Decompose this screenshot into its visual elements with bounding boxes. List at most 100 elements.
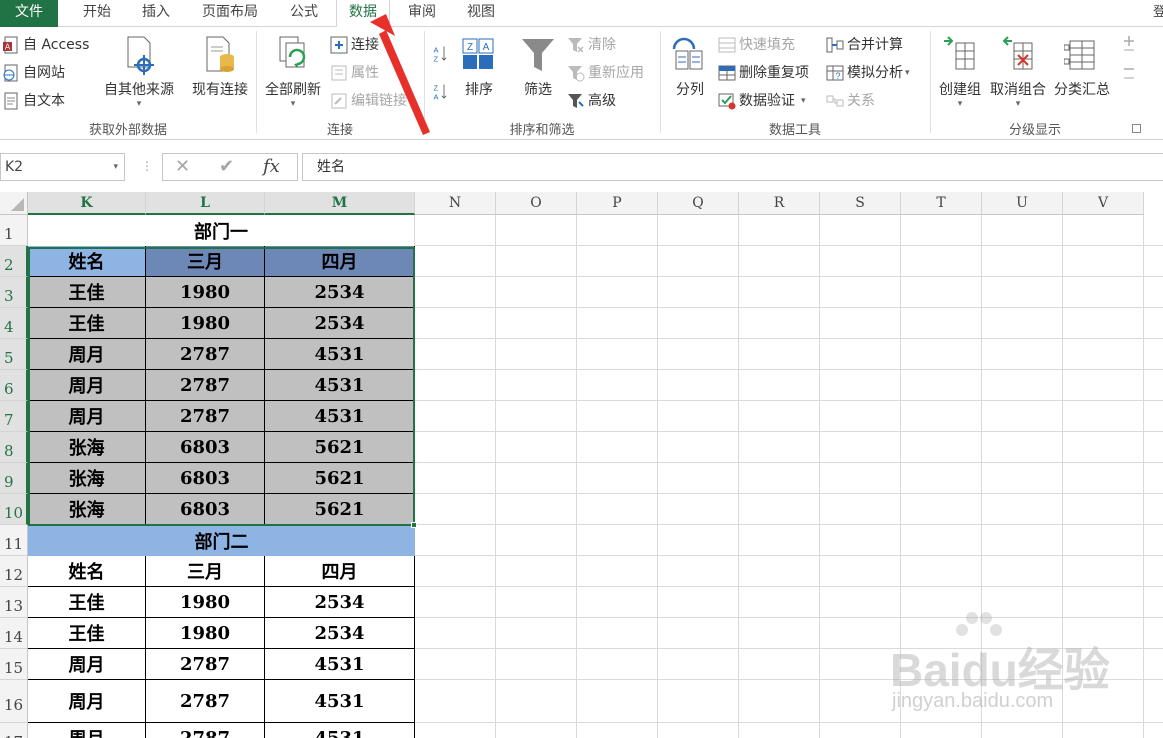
tab-page-layout[interactable]: 页面布局: [192, 0, 268, 27]
table1-title[interactable]: 部门一: [28, 215, 415, 246]
row-header-14[interactable]: 14: [0, 618, 28, 649]
row-header-17[interactable]: 17: [0, 723, 28, 738]
column-header-n[interactable]: N: [415, 192, 496, 215]
chevron-down-icon[interactable]: ▾: [113, 154, 118, 180]
table2-cell[interactable]: 1980: [146, 587, 265, 618]
column-header-k[interactable]: K: [28, 192, 146, 215]
table2-cell[interactable]: 4531: [265, 649, 415, 680]
remove-duplicates-button[interactable]: 删除重复项: [718, 62, 809, 84]
table2-cell[interactable]: 周月: [28, 680, 146, 723]
table2-cell[interactable]: 2534: [265, 618, 415, 649]
table2-cell[interactable]: 4531: [265, 723, 415, 738]
properties-button[interactable]: 属性: [330, 62, 379, 84]
tab-home[interactable]: 开始: [72, 0, 122, 27]
table1-cell[interactable]: 王佳: [28, 308, 146, 339]
from-access-button[interactable]: A 自 Access: [2, 34, 89, 56]
table1-cell[interactable]: 1980: [146, 277, 265, 308]
from-other-sources-button[interactable]: 自其他来源 ▾: [100, 35, 178, 109]
row-header-9[interactable]: 9: [0, 463, 28, 494]
row-header-8[interactable]: 8: [0, 432, 28, 463]
tab-insert[interactable]: 插入: [130, 0, 182, 27]
table1-cell[interactable]: 5621: [265, 432, 415, 463]
table2-header-cell[interactable]: 三月: [146, 556, 265, 587]
insert-function-icon[interactable]: fx: [263, 156, 280, 177]
enter-check-icon[interactable]: ✔: [219, 156, 234, 177]
table1-cell[interactable]: 周月: [28, 401, 146, 432]
table1-cell[interactable]: 5621: [265, 463, 415, 494]
sort-button[interactable]: ZA 排序: [458, 35, 500, 99]
outline-dialog-launcher-icon[interactable]: [1132, 124, 1141, 133]
table2-cell[interactable]: 4531: [265, 680, 415, 723]
table1-cell[interactable]: 张海: [28, 494, 146, 525]
select-all-corner[interactable]: [0, 192, 28, 215]
hide-detail-button[interactable]: [1120, 62, 1141, 84]
table2-cell[interactable]: 2787: [146, 723, 265, 738]
group-button[interactable]: 创建组 ▾: [934, 35, 986, 109]
data-validation-button[interactable]: 数据验证 ▾: [718, 90, 806, 112]
refresh-all-button[interactable]: 全部刷新 ▾: [260, 35, 326, 109]
tab-formulas[interactable]: 公式: [280, 0, 328, 27]
sort-ascending-button[interactable]: AZ: [432, 43, 453, 65]
row-header-16[interactable]: 16: [0, 680, 28, 723]
row-header-3[interactable]: 3: [0, 277, 28, 308]
row-header-10[interactable]: 10: [0, 494, 28, 525]
table1-header-cell[interactable]: 三月: [146, 246, 265, 277]
tab-file[interactable]: 文件: [0, 0, 58, 27]
flash-fill-button[interactable]: 快速填充: [718, 34, 795, 56]
column-header-l[interactable]: L: [146, 192, 265, 215]
column-header-s[interactable]: S: [820, 192, 901, 215]
table2-cell[interactable]: 2787: [146, 649, 265, 680]
table1-cell[interactable]: 2787: [146, 370, 265, 401]
table1-cell[interactable]: 6803: [146, 463, 265, 494]
subtotal-button[interactable]: 分类汇总: [1050, 35, 1114, 99]
column-header-u[interactable]: U: [982, 192, 1063, 215]
column-header-q[interactable]: Q: [658, 192, 739, 215]
row-header-12[interactable]: 12: [0, 556, 28, 587]
table1-cell[interactable]: 周月: [28, 339, 146, 370]
name-box[interactable]: K2 ▾: [0, 153, 125, 181]
tab-review[interactable]: 审阅: [396, 0, 448, 27]
from-web-button[interactable]: 自网站: [2, 62, 65, 84]
column-header-o[interactable]: O: [496, 192, 577, 215]
filter-button[interactable]: 筛选: [518, 35, 558, 99]
row-header-1[interactable]: 1: [0, 215, 28, 246]
clear-filter-button[interactable]: 清除: [567, 34, 616, 56]
table1-cell[interactable]: 6803: [146, 432, 265, 463]
table1-cell[interactable]: 周月: [28, 370, 146, 401]
tab-data[interactable]: 数据: [336, 0, 390, 28]
column-header-p[interactable]: P: [577, 192, 658, 215]
row-header-11[interactable]: 11: [0, 525, 28, 556]
table1-header-cell[interactable]: 姓名: [28, 246, 146, 277]
table2-cell[interactable]: 周月: [28, 723, 146, 738]
what-if-analysis-button[interactable]: ? 模拟分析 ▾: [826, 62, 910, 84]
from-text-button[interactable]: 自文本: [2, 90, 65, 112]
table1-cell[interactable]: 张海: [28, 463, 146, 494]
reapply-button[interactable]: 重新应用: [567, 62, 644, 84]
table2-cell[interactable]: 1980: [146, 618, 265, 649]
table2-header-cell[interactable]: 四月: [265, 556, 415, 587]
table1-cell[interactable]: 张海: [28, 432, 146, 463]
fill-handle[interactable]: [411, 522, 417, 528]
ungroup-button[interactable]: 取消组合 ▾: [986, 35, 1050, 109]
column-header-r[interactable]: R: [739, 192, 820, 215]
table2-cell[interactable]: 王佳: [28, 618, 146, 649]
table2-cell[interactable]: 王佳: [28, 587, 146, 618]
existing-connections-button[interactable]: 现有连接: [186, 35, 254, 99]
table1-cell[interactable]: 2534: [265, 308, 415, 339]
formula-bar-splitter-icon[interactable]: ⋮: [141, 159, 153, 173]
row-header-4[interactable]: 4: [0, 308, 28, 339]
table1-cell[interactable]: 6803: [146, 494, 265, 525]
row-header-7[interactable]: 7: [0, 401, 28, 432]
show-detail-button[interactable]: [1120, 34, 1141, 56]
row-header-6[interactable]: 6: [0, 370, 28, 401]
consolidate-button[interactable]: 合并计算: [826, 34, 903, 56]
table1-cell[interactable]: 1980: [146, 308, 265, 339]
row-header-5[interactable]: 5: [0, 339, 28, 370]
table1-cell[interactable]: 2787: [146, 339, 265, 370]
relationships-button[interactable]: 关系: [826, 90, 875, 112]
table1-cell[interactable]: 4531: [265, 339, 415, 370]
table1-cell[interactable]: 2787: [146, 401, 265, 432]
text-to-columns-button[interactable]: 分列: [668, 35, 712, 99]
table2-title[interactable]: 部门二: [28, 525, 415, 556]
table1-header-cell[interactable]: 四月: [265, 246, 415, 277]
